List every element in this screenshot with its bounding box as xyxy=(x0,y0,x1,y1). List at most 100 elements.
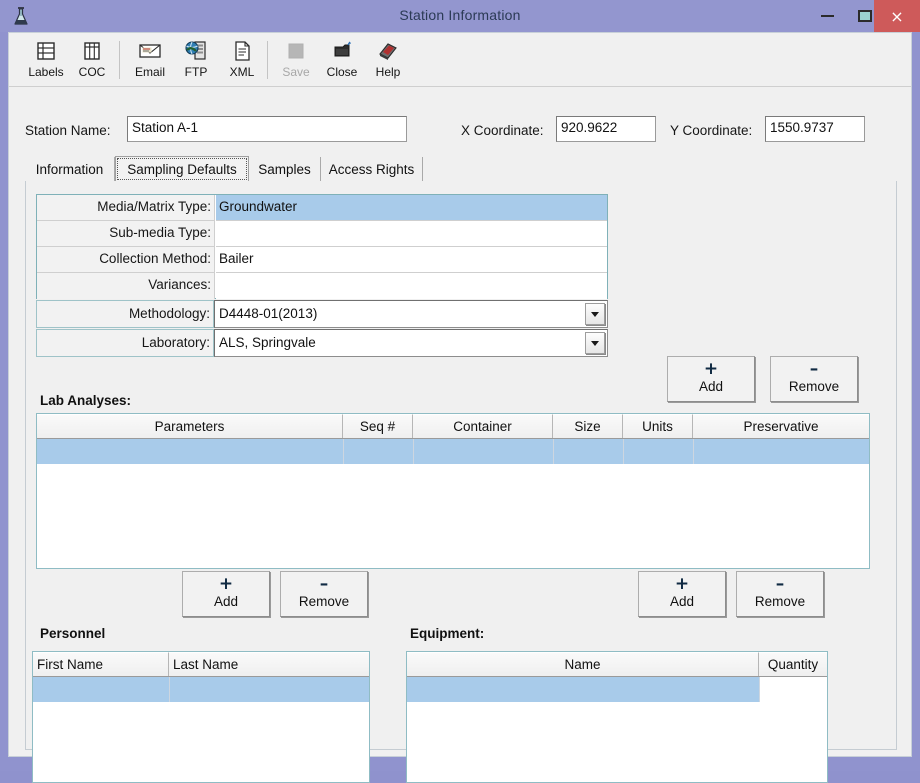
toolbar-label: COC xyxy=(78,65,106,79)
toolbar-label: Labels xyxy=(28,65,64,79)
toolbar-separator xyxy=(119,41,120,79)
laboratory-label: Laboratory: xyxy=(36,329,214,357)
station-name-input[interactable]: Station A-1 xyxy=(127,116,407,142)
toolbar-button-ftp[interactable]: FTP xyxy=(173,36,219,84)
column-header-name[interactable]: Name xyxy=(407,652,759,676)
laboratory-value: ALS, Springvale xyxy=(219,335,316,350)
client-area: Labels COC Email FTP XML Save Close Help… xyxy=(8,32,912,783)
toolbar-button-labels[interactable]: Labels xyxy=(23,36,69,84)
methodology-label: Methodology: xyxy=(36,300,214,328)
window-title: Station Information xyxy=(399,7,521,23)
y-coordinate-input[interactable]: 1550.9737 xyxy=(765,116,865,142)
lab-analyses-caption: Lab Analyses: xyxy=(40,393,132,408)
property-row-variances[interactable]: Variances: xyxy=(37,273,607,299)
toolbar-label: Help xyxy=(375,65,401,79)
chevron-down-icon[interactable] xyxy=(585,303,605,325)
toolbar-button-save[interactable]: Save xyxy=(273,36,319,84)
toolbar-label: Close xyxy=(326,65,358,79)
property-value[interactable]: Groundwater xyxy=(216,195,607,221)
methodology-value: D4448-01(2013) xyxy=(219,306,318,321)
property-value[interactable] xyxy=(216,221,607,247)
equipment-add-button[interactable]: + Add xyxy=(638,571,726,617)
toolbar-label: FTP xyxy=(184,65,208,79)
property-value[interactable]: Bailer xyxy=(216,247,607,273)
tab-sampling-defaults[interactable]: Sampling Defaults xyxy=(115,156,249,182)
minus-icon: – xyxy=(319,574,329,594)
plus-icon: + xyxy=(674,574,690,594)
equipment-grid[interactable]: Name Quantity xyxy=(406,651,828,783)
button-label: Add xyxy=(698,379,724,394)
toolbar-button-coc[interactable]: COC xyxy=(69,36,115,84)
tab-label: Access Rights xyxy=(328,161,415,177)
tab-label: Samples xyxy=(258,161,311,177)
methodology-combobox[interactable]: D4448-01(2013) xyxy=(214,300,608,328)
toolbar-button-close[interactable]: Close xyxy=(319,36,365,84)
save-icon xyxy=(286,38,306,64)
minus-icon: – xyxy=(809,359,819,379)
toolbar-button-email[interactable]: Email xyxy=(127,36,173,84)
tab-information[interactable]: Information xyxy=(25,157,115,181)
toolbar-label: XML xyxy=(229,65,255,79)
property-label: Variances: xyxy=(37,273,215,299)
close-window-button[interactable]: × xyxy=(874,0,920,32)
email-icon xyxy=(138,38,162,64)
xml-icon xyxy=(232,38,252,64)
column-header-last-name[interactable]: Last Name xyxy=(169,652,369,676)
toolbar-label: Save xyxy=(282,65,310,79)
tab-label: Information xyxy=(35,161,104,177)
x-coordinate-label: X Coordinate: xyxy=(461,123,544,138)
station-name-label: Station Name: xyxy=(25,123,111,138)
button-label: Add xyxy=(213,594,239,609)
table-row[interactable] xyxy=(33,677,369,702)
coc-icon xyxy=(81,38,103,64)
equipment-caption: Equipment: xyxy=(410,626,485,641)
minimize-button[interactable] xyxy=(808,0,846,32)
column-header-units[interactable]: Units xyxy=(623,414,693,438)
tab-samples[interactable]: Samples xyxy=(249,157,321,181)
property-label: Collection Method: xyxy=(37,247,215,273)
toolbar: Labels COC Email FTP XML Save Close Help xyxy=(9,33,911,87)
lab-analyses-header-row: Parameters Seq # Container Size Units Pr… xyxy=(37,414,869,439)
laboratory-combobox[interactable]: ALS, Springvale xyxy=(214,329,608,357)
personnel-remove-button[interactable]: – Remove xyxy=(280,571,368,617)
table-row[interactable] xyxy=(407,677,759,702)
close-icon: × xyxy=(890,6,904,26)
toolbar-label: Email xyxy=(134,65,165,79)
button-label: Remove xyxy=(754,594,806,609)
lab-analyses-add-button[interactable]: + Add xyxy=(667,356,755,402)
column-header-seq[interactable]: Seq # xyxy=(343,414,413,438)
chevron-down-icon[interactable] xyxy=(585,332,605,354)
lab-analyses-remove-button[interactable]: – Remove xyxy=(770,356,858,402)
personnel-add-button[interactable]: + Add xyxy=(182,571,270,617)
column-header-parameters[interactable]: Parameters xyxy=(37,414,343,438)
column-header-first-name[interactable]: First Name xyxy=(33,652,169,676)
ftp-icon xyxy=(184,38,208,64)
property-label: Sub-media Type: xyxy=(37,221,215,247)
personnel-grid[interactable]: First Name Last Name xyxy=(32,651,370,783)
property-row-collection-method[interactable]: Collection Method: Bailer xyxy=(37,247,607,273)
personnel-header-row: First Name Last Name xyxy=(33,652,369,677)
title-bar: Station Information × xyxy=(0,0,920,32)
property-row-media-matrix-type[interactable]: Media/Matrix Type: Groundwater xyxy=(37,195,607,221)
column-header-container[interactable]: Container xyxy=(413,414,553,438)
plus-icon: + xyxy=(218,574,234,594)
x-coordinate-input[interactable]: 920.9622 xyxy=(556,116,656,142)
close-icon xyxy=(331,38,353,64)
toolbar-separator xyxy=(267,41,268,79)
minus-icon: – xyxy=(775,574,785,594)
property-label: Media/Matrix Type: xyxy=(37,195,215,221)
help-icon xyxy=(377,38,399,64)
equipment-header-row: Name Quantity xyxy=(407,652,827,677)
column-header-preservative[interactable]: Preservative xyxy=(693,414,869,438)
property-row-sub-media-type[interactable]: Sub-media Type: xyxy=(37,221,607,247)
toolbar-button-help[interactable]: Help xyxy=(365,36,411,84)
lab-analyses-grid[interactable]: Parameters Seq # Container Size Units Pr… xyxy=(36,413,870,569)
column-header-size[interactable]: Size xyxy=(553,414,623,438)
column-header-quantity[interactable]: Quantity xyxy=(759,652,827,676)
property-value[interactable] xyxy=(216,273,607,299)
table-row[interactable] xyxy=(37,439,869,464)
laboratory-row: Laboratory: ALS, Springvale xyxy=(36,329,608,357)
tab-access-rights[interactable]: Access Rights xyxy=(321,157,423,181)
equipment-remove-button[interactable]: – Remove xyxy=(736,571,824,617)
toolbar-button-xml[interactable]: XML xyxy=(219,36,265,84)
